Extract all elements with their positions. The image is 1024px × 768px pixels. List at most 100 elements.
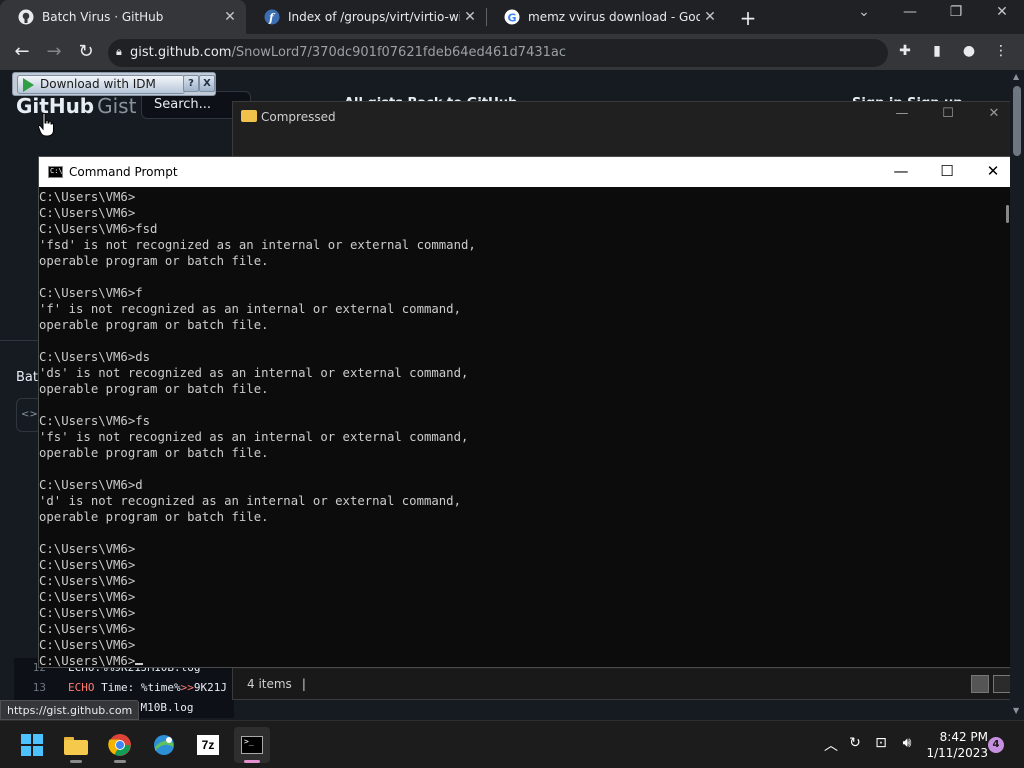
svg-text:G: G: [508, 12, 517, 25]
console-line: 'f' is not recognized as an internal or …: [39, 302, 461, 316]
console-line: C:\Users\VM6>: [39, 190, 136, 204]
reload-icon[interactable]: ↻: [74, 40, 98, 64]
url-text[interactable]: gist.github.com/SnowLord7/370dc901f07621…: [130, 45, 566, 60]
cmd-title: Command Prompt: [69, 165, 178, 179]
console-line: 'd' is not recognized as an internal or …: [39, 494, 461, 508]
page-scrollbar[interactable]: ▲ ▼: [1010, 70, 1024, 720]
file-explorer-icon[interactable]: [58, 727, 94, 763]
cmd-title-bar[interactable]: C:\ Command Prompt — ☐ ✕: [39, 157, 1015, 187]
chrome-icon[interactable]: [102, 727, 138, 763]
console-line: C:\Users\VM6>fsd: [39, 222, 158, 236]
console-line: C:\Users\VM6>f: [39, 286, 143, 300]
show-hidden-icons-icon[interactable]: ︿: [820, 735, 842, 755]
console-line: C:\Users\VM6>: [39, 206, 136, 220]
cmd-console[interactable]: C:\Users\VM6> C:\Users\VM6> C:\Users\VM6>f…: [39, 189, 999, 667]
menu-icon[interactable]: ⋮: [990, 40, 1012, 62]
close-window-icon[interactable]: ✕: [990, 4, 1014, 20]
console-line: operable program or batch file.: [39, 254, 269, 268]
tab-google-search[interactable]: G memz vvirus download - Google ✕: [486, 0, 726, 34]
back-icon[interactable]: ←: [10, 40, 34, 64]
download-with-idm-button[interactable]: Download with IDM: [17, 75, 185, 94]
console-line: operable program or batch file.: [39, 446, 269, 460]
console-line: operable program or batch file.: [39, 382, 269, 396]
console-line: 'fs' is not recognized as an internal or…: [39, 430, 469, 444]
7zip-label: 7z: [197, 735, 219, 755]
close-tab-icon[interactable]: ✕: [460, 9, 480, 25]
gist-logo-text: Gist: [97, 94, 137, 118]
command-prompt-window: C:\ Command Prompt — ☐ ✕ C:\Users\VM6> C:…: [38, 156, 1016, 668]
idm-help-button[interactable]: ?: [183, 75, 199, 92]
details-view-icon[interactable]: [971, 675, 989, 693]
divider: [0, 340, 40, 341]
7zip-icon[interactable]: 7z: [190, 727, 226, 763]
console-line: C:\Users\VM6>: [39, 558, 136, 572]
lock-icon[interactable]: 🔒︎: [116, 45, 122, 59]
explorer-title: Compressed: [261, 110, 336, 124]
explorer-close-icon[interactable]: ✕: [979, 106, 1009, 121]
cmd-minimize-icon[interactable]: —: [881, 162, 921, 180]
clock-date: 1/11/2023: [926, 746, 988, 760]
close-tab-icon[interactable]: ✕: [220, 9, 240, 25]
console-line: C:\Users\VM6>: [39, 638, 136, 652]
link-status-tooltip: https://gist.github.com: [0, 700, 140, 720]
idm-label: Download with IDM: [40, 77, 156, 91]
active-indicator: [244, 760, 260, 763]
explorer-status-bar: 4 items |: [233, 669, 1015, 699]
close-tab-icon[interactable]: ✕: [700, 9, 720, 25]
extensions-icon[interactable]: ✚: [894, 40, 916, 62]
command-prompt-icon[interactable]: >_: [234, 727, 270, 763]
idm-close-button[interactable]: X: [199, 75, 215, 92]
idm-download-bar: Download with IDM ? X: [12, 72, 216, 96]
restore-icon[interactable]: ❐: [944, 4, 968, 20]
cmd-close-icon[interactable]: ✕: [973, 162, 1013, 180]
start-icon[interactable]: [14, 727, 50, 763]
tab-title: Batch Virus · GitHub: [42, 10, 164, 24]
explorer-minimize-icon[interactable]: —: [887, 106, 917, 121]
network-icon[interactable]: ⊡: [870, 735, 892, 751]
network-app-icon[interactable]: [146, 727, 182, 763]
notification-badge[interactable]: 4: [988, 737, 1004, 753]
side-panel-icon[interactable]: ▮: [926, 40, 948, 62]
url-path: /SnowLord7/370dc901f07621fdeb64ed461d743…: [231, 45, 567, 60]
console-line: C:\Users\VM6>: [39, 574, 136, 588]
console-line: C:\Users\VM6>: [39, 606, 136, 620]
scroll-down-icon[interactable]: ▼: [1013, 706, 1019, 715]
console-line: C:\Users\VM6>d: [39, 478, 143, 492]
console-line: C:\Users\VM6>fs: [39, 414, 151, 428]
tab-batch-virus[interactable]: Batch Virus · GitHub ✕: [0, 0, 246, 34]
new-tab-button[interactable]: +: [736, 6, 760, 30]
profile-icon[interactable]: ●: [958, 40, 980, 62]
running-indicator: [114, 760, 126, 763]
address-bar[interactable]: 🔒︎ gist.github.com/SnowLord7/370dc901f07…: [108, 39, 888, 67]
github-logo-text: GitHub: [16, 94, 95, 118]
explorer-maximize-icon[interactable]: ☐: [933, 106, 963, 121]
cmd-maximize-icon[interactable]: ☐: [927, 162, 967, 180]
text-cursor: [135, 663, 144, 665]
cmd-scroll-thumb[interactable]: [1006, 205, 1009, 223]
console-line: 'ds' is not recognized as an internal or…: [39, 366, 469, 380]
page-scroll-thumb[interactable]: [1013, 86, 1021, 156]
tiles-view-icon[interactable]: [993, 675, 1011, 693]
clock-time: 8:42 PM: [939, 730, 988, 744]
scroll-up-icon[interactable]: ▲: [1013, 72, 1019, 81]
volume-icon[interactable]: 🔊︎: [896, 735, 918, 751]
sync-icon[interactable]: ↻: [844, 735, 866, 751]
taskbar: 7z >_ ︿ ↻ ⊡ 🔊︎ 8:42 PM 1/11/2023 4: [0, 720, 1024, 768]
console-line: 'fsd' is not recognized as an internal o…: [39, 238, 476, 252]
console-line: C:\Users\VM6>: [39, 622, 136, 636]
forward-icon[interactable]: →: [42, 40, 66, 64]
minimize-icon[interactable]: —: [898, 4, 922, 20]
tab-search-icon[interactable]: ⌄: [852, 4, 876, 20]
url-host: gist.github.com: [130, 45, 232, 60]
console-line: C:\Users\VM6>: [39, 542, 136, 556]
tab-index-of[interactable]: f Index of /groups/virt/virtio-win/d ✕: [246, 0, 486, 34]
code-line: 13 ECHO Time: %time%>>9K21J: [32, 681, 227, 694]
fedora-icon: f: [264, 9, 280, 25]
system-clock[interactable]: 8:42 PM 1/11/2023: [922, 729, 988, 761]
tab-title: Index of /groups/virt/virtio-win/d: [288, 10, 460, 24]
github-gist-logo[interactable]: GitHub Gist: [16, 94, 136, 118]
